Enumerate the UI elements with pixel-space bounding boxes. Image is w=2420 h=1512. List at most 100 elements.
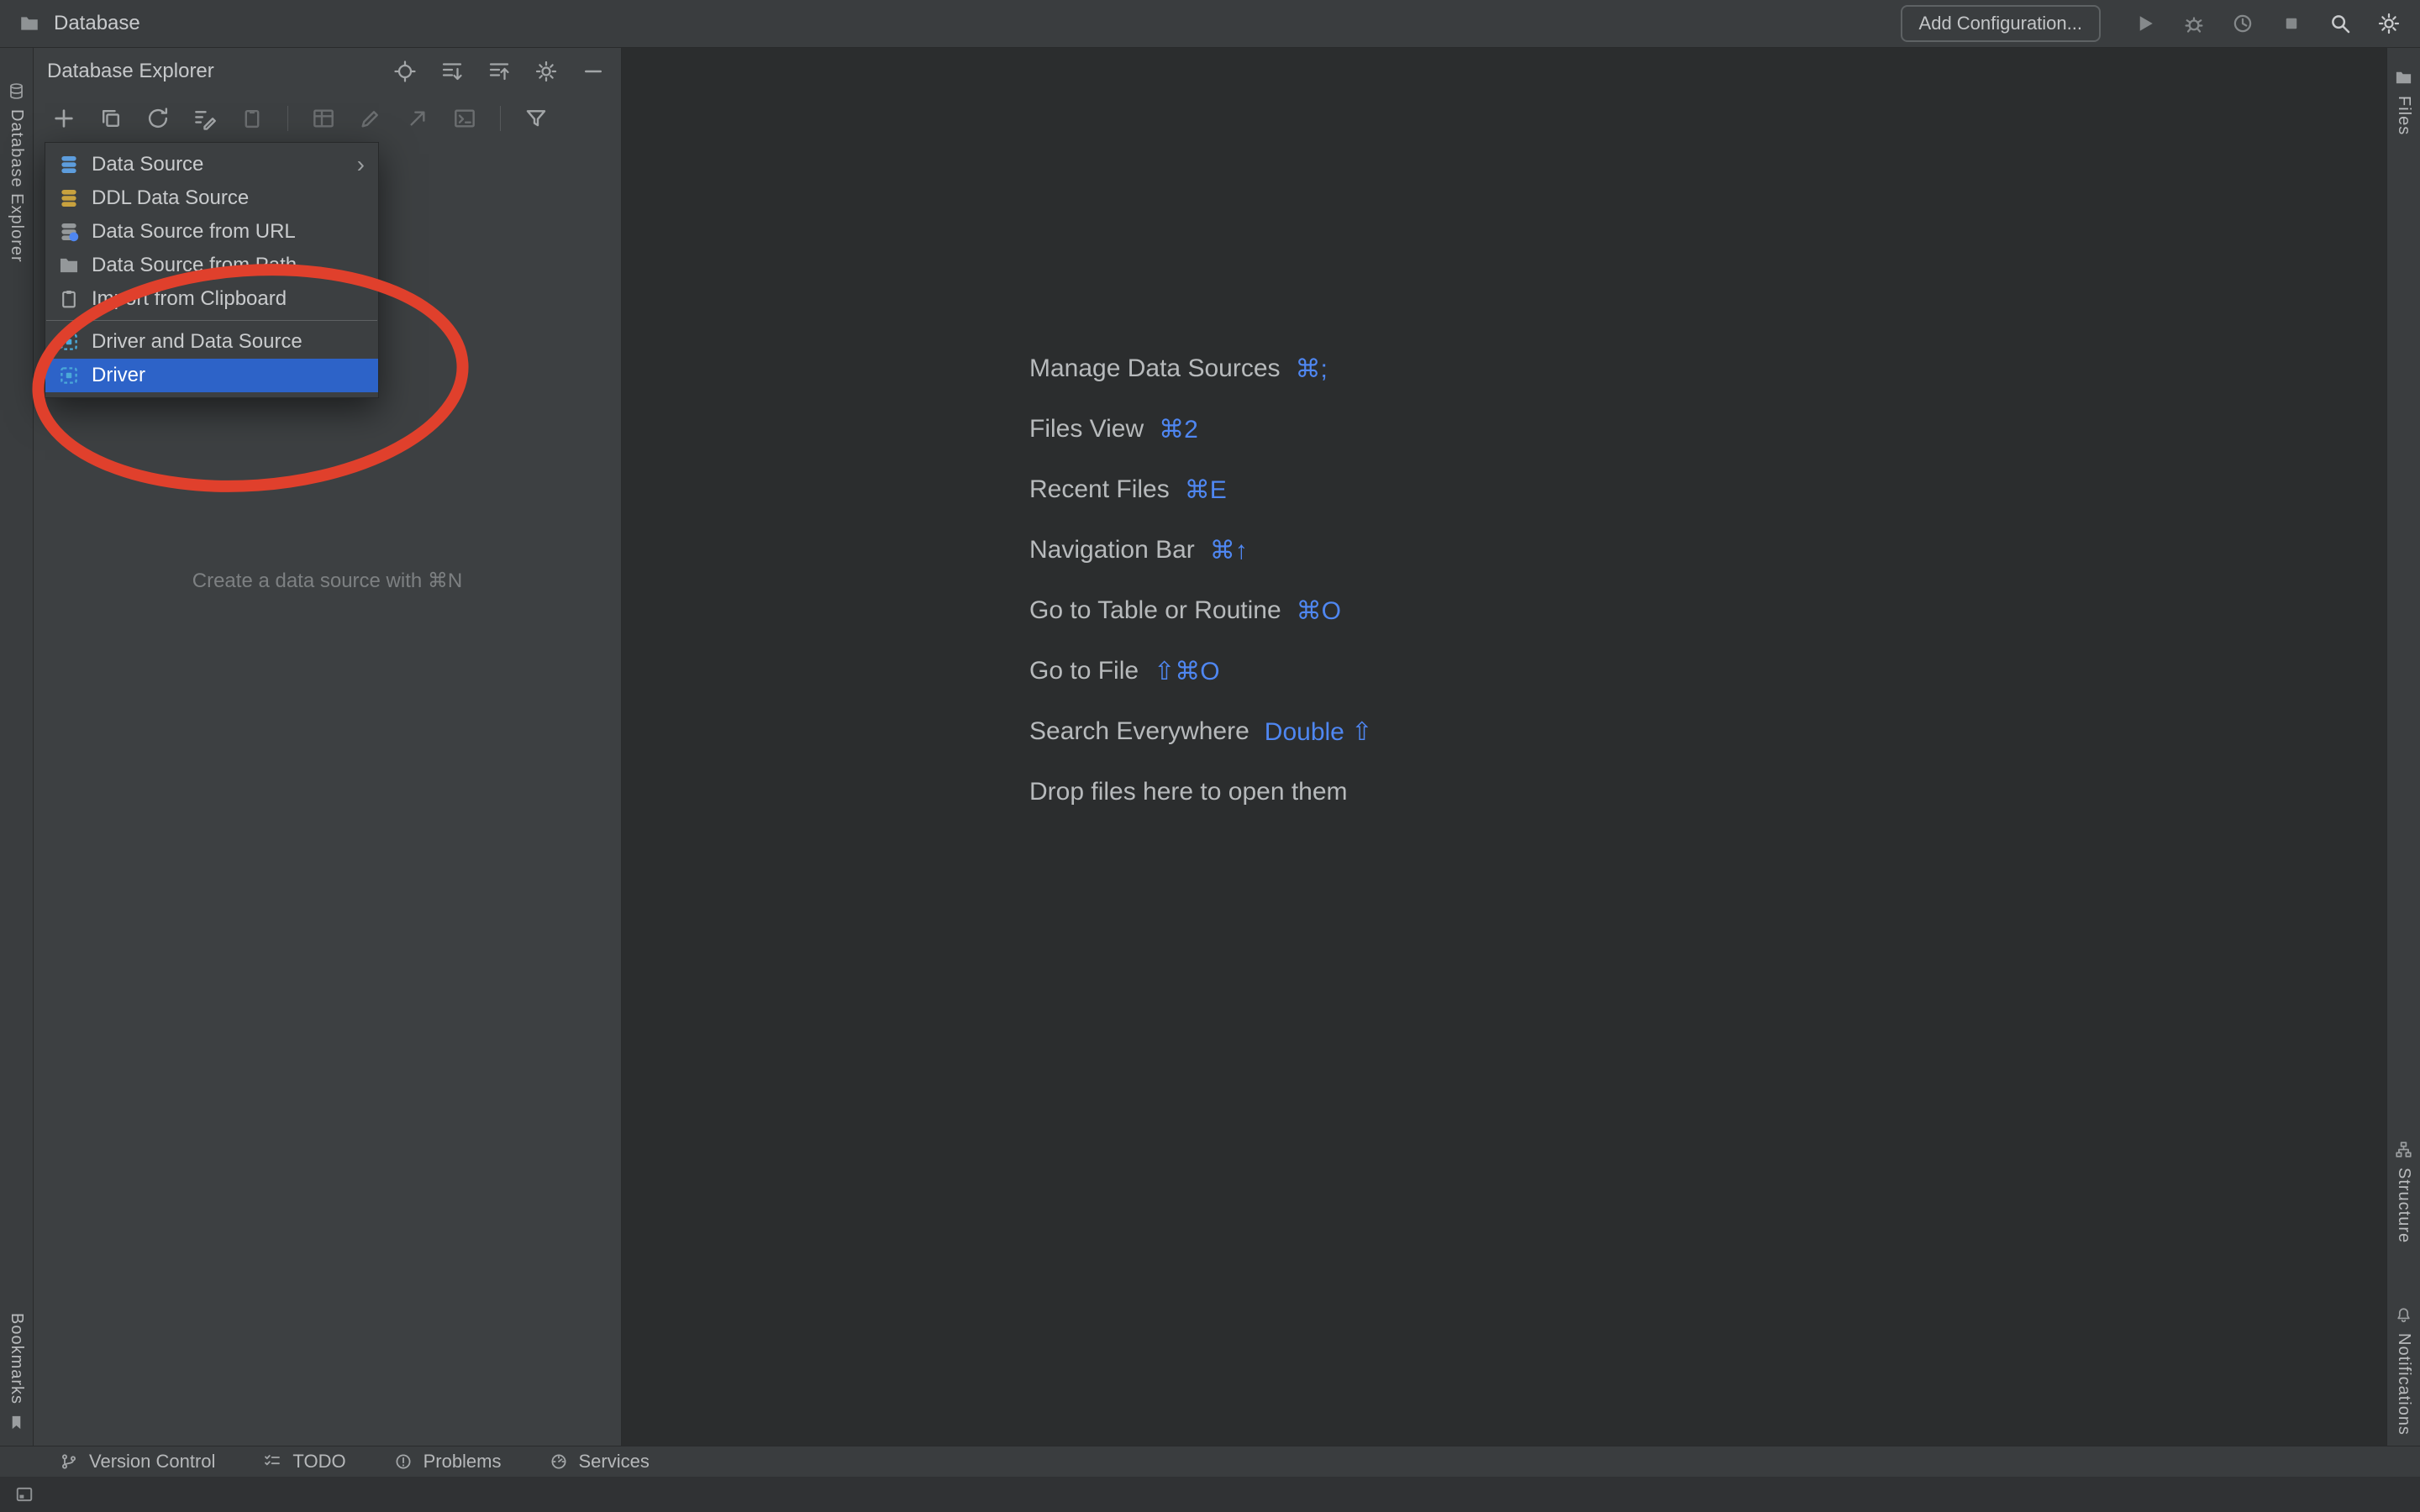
shortcut-hint: Search Everywhere Double ⇧ [1029,701,1372,762]
stripe-button-database-explorer[interactable]: Database Explorer [0,81,33,263]
toolbar-button-jump-to[interactable] [404,105,431,132]
shortcut-hint: Go to File ⇧⌘O [1029,641,1372,701]
project-folder-icon [17,13,42,34]
menu-item-data-source[interactable]: Data Source › [45,148,378,181]
bookmark-icon [7,1413,26,1432]
title-bar: Database Add Configuration... [0,0,2420,48]
problems-icon [393,1452,413,1472]
panel-action-expand-all[interactable] [439,59,465,84]
menu-separator [46,320,377,321]
explorer-toolbar [34,95,621,142]
shortcut-label: Go to File [1029,657,1139,685]
toolbar-button-paste[interactable] [239,105,266,132]
version-control-icon [59,1452,79,1472]
toolbar-separator [287,106,288,131]
folder-icon [2394,68,2413,87]
shortcut-hints: Manage Data Sources ⌘; Files View ⌘2 Recent … [1029,339,1372,822]
tool-button-label: TODO [292,1451,346,1472]
stripe-button-files[interactable]: Files [2387,68,2420,135]
new-data-source-menu: Data Source › DDL Data Source Data Source f… [45,142,379,398]
data-source-path-icon [57,254,81,277]
settings-button[interactable] [2376,11,2402,36]
menu-item-import-from-clipboard[interactable]: Import from Clipboard [45,282,378,316]
panel-action-hide[interactable] [581,59,606,84]
toolbar-button-console[interactable] [451,105,478,132]
driver-and-data-source-icon [57,330,81,354]
driver-icon [57,364,81,387]
explorer-header-actions [392,59,606,84]
shortcut-hint: Navigation Bar ⌘↑ [1029,520,1372,580]
data-source-url-icon [57,220,81,244]
data-source-icon [57,153,81,176]
shortcut-hint: Go to Table or Routine ⌘O [1029,580,1372,641]
shortcut-label: Drop files here to open them [1029,778,1348,806]
toolbar-button-table[interactable] [310,105,337,132]
tool-button-problems[interactable]: Problems [393,1451,502,1473]
project-widget[interactable]: Database [17,12,140,35]
layout-toggle-button[interactable] [13,1483,35,1505]
menu-item-driver[interactable]: Driver [45,359,378,392]
panel-title: Database Explorer [47,60,214,82]
toolbar-button-add[interactable] [50,105,77,132]
menu-item-label: Data Source from Path [92,254,297,276]
database-icon [7,81,26,101]
empty-hint: Create a data source with ⌘N [192,570,463,592]
project-name: Database [54,12,140,34]
search-button[interactable] [2328,11,2353,36]
right-tool-stripe: Files Structure Notifications [2386,48,2420,1446]
add-configuration-button[interactable]: Add Configuration... [1900,5,2101,42]
structure-icon [2394,1140,2413,1159]
stop-button[interactable] [2279,11,2304,36]
shortcut-keys: ⌘O [1296,596,1341,625]
shortcut-label: Navigation Bar [1029,536,1195,564]
tool-button-services[interactable]: Services [549,1451,650,1473]
shortcut-hint: Manage Data Sources ⌘; [1029,339,1372,399]
profiler-button[interactable] [2230,11,2255,36]
stripe-label-structure: Structure [2395,1168,2413,1244]
shortcut-hint: Recent Files ⌘E [1029,459,1372,520]
menu-item-label: Driver [92,364,145,386]
bottom-tool-stripe: Version Control TODO Problems Services [0,1446,2420,1477]
menu-item-label: Data Source from URL [92,220,296,243]
shortcut-label: Recent Files [1029,475,1170,503]
tool-button-label: Version Control [89,1451,216,1472]
stripe-label-bookmarks: Bookmarks [8,1312,26,1404]
menu-item-label: Import from Clipboard [92,287,287,310]
shortcut-label: Search Everywhere [1029,717,1249,745]
toolbar-button-refresh[interactable] [145,105,171,132]
status-bar [0,1477,2420,1512]
menu-item-ddl-data-source[interactable]: DDL Data Source [45,181,378,215]
stripe-button-bookmarks[interactable]: Bookmarks [0,1313,33,1432]
tool-button-todo[interactable]: TODO [262,1451,346,1473]
bell-icon [2394,1305,2413,1325]
menu-item-driver-and-data-source[interactable]: Driver and Data Source [45,325,378,359]
shortcut-keys: Double ⇧ [1264,717,1373,746]
debug-button[interactable] [2181,11,2207,36]
stripe-button-structure[interactable]: Structure [2387,1140,2420,1243]
stripe-label-database-explorer: Database Explorer [8,109,26,263]
tool-button-version-control[interactable]: Version Control [59,1451,215,1473]
toolbar-button-duplicate[interactable] [97,105,124,132]
menu-item-label: Driver and Data Source [92,330,302,353]
todo-icon [262,1452,282,1472]
toolbar-button-filter[interactable] [523,105,550,132]
panel-action-settings[interactable] [534,59,559,84]
toolbar-separator [500,106,501,131]
left-tool-stripe: Database Explorer Bookmarks [0,48,34,1446]
shortcut-keys: ⇧⌘O [1154,657,1220,685]
menu-item-data-source-from-url[interactable]: Data Source from URL [45,215,378,249]
toolbar-button-edit[interactable] [357,105,384,132]
editor-area: Manage Data Sources ⌘; Files View ⌘2 Recent … [622,48,2386,1446]
tool-button-label: Problems [423,1451,502,1472]
stripe-button-notifications[interactable]: Notifications [2387,1305,2420,1436]
shortcut-hint: Drop files here to open them [1029,762,1372,822]
run-button[interactable] [2133,11,2158,36]
ddl-data-source-icon [57,186,81,210]
shortcut-label: Go to Table or Routine [1029,596,1281,624]
panel-action-collapse-all[interactable] [487,59,512,84]
menu-item-label: DDL Data Source [92,186,250,209]
panel-action-locate[interactable] [392,59,418,84]
clipboard-icon [57,287,81,311]
toolbar-button-data-source-properties[interactable] [192,105,218,132]
menu-item-data-source-from-path[interactable]: Data Source from Path [45,249,378,282]
